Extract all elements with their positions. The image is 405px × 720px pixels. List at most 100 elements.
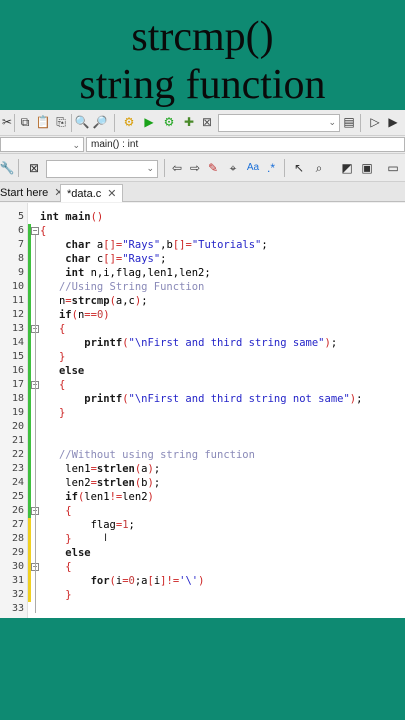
code-line[interactable]: 25 if(len1!=len2) — [0, 490, 405, 504]
code-line[interactable]: 24 len2=strlen(b); — [0, 476, 405, 490]
fold-toggle-icon[interactable]: − — [31, 227, 39, 235]
line-number: 33 — [11, 603, 24, 614]
code-completion-toolbar: ⌄ main() : int — [0, 136, 405, 154]
clear-icon[interactable]: ⊠ — [26, 161, 42, 175]
line-number: 16 — [11, 365, 24, 376]
panel-icon[interactable]: ▣ — [360, 161, 374, 175]
code-text: { — [40, 225, 47, 237]
code-line[interactable]: 8 char c[]="Rays"; — [0, 252, 405, 266]
clipboard-icon[interactable]: ⎘ — [54, 115, 68, 129]
next-icon[interactable]: ⇨ — [188, 161, 202, 175]
selected-text-icon[interactable]: ⌖ — [226, 161, 240, 175]
code-line[interactable]: 19 } — [0, 406, 405, 420]
function-combo[interactable]: main() : int — [86, 137, 405, 152]
change-marker — [28, 350, 31, 364]
code-text: len1=strlen(a); — [40, 463, 161, 475]
line-number: 10 — [11, 281, 24, 292]
code-line[interactable]: 21 — [0, 434, 405, 448]
window-icon[interactable]: ▭ — [384, 161, 402, 175]
code-line[interactable]: 6{ — [0, 224, 405, 238]
line-number: 12 — [11, 309, 24, 320]
change-marker — [28, 336, 31, 350]
line-number: 31 — [11, 575, 24, 586]
line-number: 19 — [11, 407, 24, 418]
code-line[interactable]: 27 flag=1; — [0, 518, 405, 532]
code-text: printf("\nFirst and third string not sam… — [84, 393, 363, 405]
code-line[interactable]: 13 { — [0, 322, 405, 336]
show-select-target-icon[interactable]: ▤ — [342, 115, 356, 129]
rebuild-icon[interactable]: ✚ — [182, 115, 196, 129]
change-marker — [28, 280, 31, 294]
code-line[interactable]: 23 len1=strlen(a); — [0, 462, 405, 476]
code-line[interactable]: 20 — [0, 420, 405, 434]
change-marker — [28, 294, 31, 308]
cut-icon[interactable]: ✂ — [0, 115, 14, 129]
layout-icon[interactable]: ◩ — [340, 161, 354, 175]
build-run-icon[interactable]: ⚙ — [162, 115, 176, 129]
debug-step-icon[interactable]: ▶ — [386, 115, 400, 129]
change-marker — [28, 308, 31, 322]
paste-icon[interactable]: 📋 — [36, 115, 51, 129]
line-number: 17 — [11, 379, 24, 390]
code-line[interactable]: 14 printf("\nFirst and third string same… — [0, 336, 405, 350]
change-marker — [28, 532, 31, 546]
code-line[interactable]: 26 { — [0, 504, 405, 518]
copy-icon[interactable]: ⧉ — [18, 115, 32, 129]
code-line[interactable]: 22 //Without using string function — [0, 448, 405, 462]
prev-icon[interactable]: ⇦ — [170, 161, 184, 175]
code-line[interactable]: 16 else — [0, 364, 405, 378]
close-icon[interactable]: ✕ — [107, 188, 116, 200]
build-target-combo[interactable]: ⌄ — [218, 114, 340, 132]
code-line[interactable]: 11 n=strcmp(a,c); — [0, 294, 405, 308]
change-marker — [28, 420, 31, 434]
function-combo-value: main() : int — [91, 139, 139, 150]
line-number: 11 — [11, 295, 24, 306]
code-line[interactable]: 15 } — [0, 350, 405, 364]
tab-start-here-label: Start here — [0, 187, 49, 199]
code-line[interactable]: 5 int main() — [0, 210, 405, 224]
code-line[interactable]: 29 else — [0, 546, 405, 560]
code-line[interactable]: 32 } — [0, 588, 405, 602]
line-number: 8 — [17, 253, 24, 264]
line-number: 22 — [11, 449, 24, 460]
change-marker — [28, 462, 31, 476]
change-marker — [28, 406, 31, 420]
scope-combo[interactable]: ⌄ — [0, 137, 84, 152]
search-combo[interactable]: ⌄ — [46, 160, 158, 178]
line-number: 23 — [11, 463, 24, 474]
stop-icon[interactable]: ⊠ — [200, 115, 214, 129]
tab-data-c[interactable]: *data.c ✕ — [60, 184, 124, 202]
wrench-icon[interactable]: 🔧 — [0, 161, 14, 175]
line-number: 6 — [17, 225, 24, 236]
code-text: //Using String Function — [58, 281, 205, 293]
code-line[interactable]: 31 for(i=0;a[i]!='\') — [0, 574, 405, 588]
fold-line — [35, 235, 36, 613]
code-line[interactable]: 33 — [0, 602, 405, 616]
change-marker — [28, 490, 31, 504]
code-editor[interactable]: 5 int main() 6{7 char a[]="Rays",b[]="Tuto… — [0, 203, 405, 618]
replace-icon[interactable]: 🔎 — [93, 115, 108, 129]
change-marker — [28, 266, 31, 280]
select-icon[interactable]: ↖ — [292, 161, 306, 175]
settings-icon[interactable]: ⚙ — [122, 115, 136, 129]
debug-continue-icon[interactable]: ▷ — [368, 115, 382, 129]
zoom-icon[interactable]: ⌕ — [312, 161, 326, 175]
change-marker — [28, 546, 31, 560]
code-text: } — [65, 533, 72, 545]
match-case-icon[interactable]: Aa — [244, 161, 262, 175]
line-number: 28 — [11, 533, 24, 544]
code-line[interactable]: 7 char a[]="Rays",b[]="Tutorials"; — [0, 238, 405, 252]
code-line[interactable]: 12 if(n==0) — [0, 308, 405, 322]
code-text: else — [58, 365, 85, 377]
code-line[interactable]: 17 { — [0, 378, 405, 392]
code-line[interactable]: 30 { — [0, 560, 405, 574]
code-line[interactable]: 28 } — [0, 532, 405, 546]
regex-icon[interactable]: .* — [264, 161, 278, 175]
highlight-icon[interactable]: ✎ — [206, 161, 220, 175]
code-line[interactable]: 10 //Using String Function — [0, 280, 405, 294]
find-icon[interactable]: 🔍 — [75, 115, 90, 129]
code-line[interactable]: 9 int n,i,flag,len1,len2; — [0, 266, 405, 280]
run-icon[interactable]: ▶ — [142, 115, 156, 129]
line-number: 14 — [11, 337, 24, 348]
code-line[interactable]: 18 printf("\nFirst and third string not … — [0, 392, 405, 406]
